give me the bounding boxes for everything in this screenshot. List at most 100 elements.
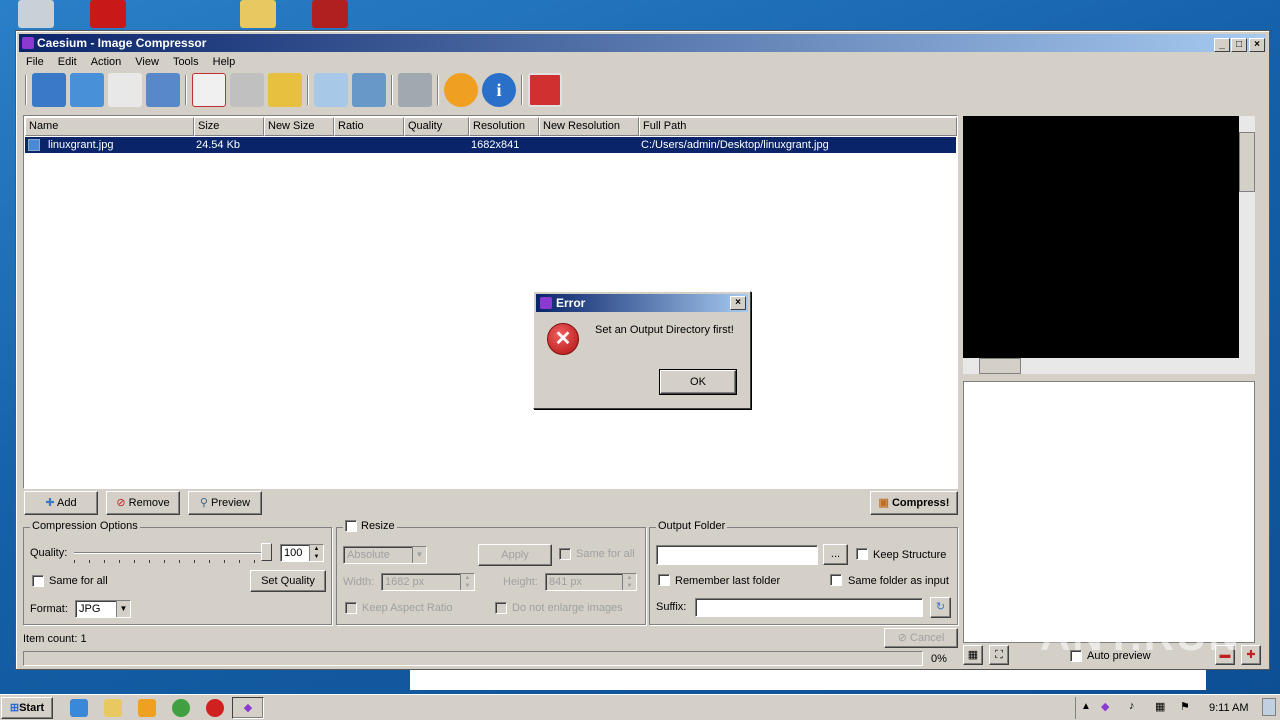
scrollbar-thumb[interactable] [979, 358, 1021, 374]
opera-icon[interactable] [206, 699, 224, 717]
start-button[interactable]: ⊞Start [1, 697, 53, 719]
column-new-size[interactable]: New Size [264, 117, 334, 136]
tray-caesium-icon[interactable]: ◆ [1101, 700, 1109, 713]
save-list-icon[interactable] [108, 73, 142, 107]
cell-resolution: 1682x841 [471, 139, 520, 151]
remove-item-icon[interactable] [192, 73, 226, 107]
tray-expand-icon[interactable]: ▲ [1081, 701, 1091, 712]
flag-icon[interactable]: ⚑ [1180, 700, 1190, 713]
suffix-input[interactable] [695, 598, 923, 617]
output-folder-input[interactable] [656, 545, 818, 565]
folder-icon[interactable] [240, 0, 276, 28]
suffix-label: Suffix: [656, 601, 687, 613]
chrome-icon[interactable] [172, 699, 190, 717]
same-for-all-checkbox[interactable] [32, 575, 44, 587]
power-icon[interactable] [528, 73, 562, 107]
preview-icon[interactable] [352, 73, 386, 107]
column-name[interactable]: Name [25, 117, 194, 136]
ie-icon[interactable] [70, 699, 88, 717]
spin-arrows-icon[interactable]: ▲ ▼ [622, 574, 636, 590]
update-icon[interactable] [444, 73, 478, 107]
fit-grid-icon[interactable]: ▦ [963, 645, 983, 665]
browse-button[interactable]: ... [823, 544, 848, 565]
keep-structure-checkbox[interactable] [856, 548, 868, 560]
quality-spinbox[interactable]: 100 ▲ ▼ [280, 544, 324, 562]
resize-mode-select[interactable]: Absolute ▼ [343, 546, 427, 564]
resize-checkbox[interactable] [345, 520, 357, 533]
width-spinbox[interactable]: 1682 px ▲ ▼ [381, 573, 475, 591]
explorer-icon[interactable] [104, 699, 122, 717]
column-full-path[interactable]: Full Path [639, 117, 957, 136]
format-value: JPG [79, 603, 101, 615]
quality-slider-handle[interactable] [261, 543, 272, 561]
clean-icon[interactable] [268, 73, 302, 107]
minimize-button[interactable]: _ [1214, 38, 1230, 52]
vertical-scrollbar[interactable] [1239, 116, 1255, 358]
resize-title-text: Resize [361, 520, 395, 532]
winrar-icon[interactable] [312, 0, 348, 28]
same-for-all-label: Same for all [49, 575, 108, 587]
search-icon[interactable] [314, 73, 348, 107]
same-folder-checkbox[interactable] [830, 574, 842, 586]
info-icon[interactable]: i [482, 73, 516, 107]
apply-button[interactable]: Apply [478, 544, 552, 566]
remember-folder-checkbox[interactable] [658, 574, 670, 586]
menu-action[interactable]: Action [84, 53, 129, 71]
height-spinbox[interactable]: 841 px ▲ ▼ [545, 573, 637, 591]
chevron-down-icon[interactable]: ▼ [116, 601, 130, 617]
volume-icon[interactable]: ♪ [1129, 700, 1135, 712]
preview-button[interactable]: ⚲ Preview [188, 491, 262, 515]
keep-aspect-checkbox[interactable] [345, 602, 357, 614]
spin-arrows-icon[interactable]: ▲ ▼ [309, 545, 323, 561]
refresh-icon[interactable]: ↻ [930, 597, 951, 618]
resize-same-for-all-checkbox[interactable] [559, 548, 571, 560]
add-button[interactable]: ✚ Add [24, 491, 98, 515]
quality-slider[interactable] [74, 552, 268, 554]
compress-button[interactable]: ▣ Compress! [870, 491, 958, 515]
output-folder-group: Output Folder ... Keep Structure Remembe… [649, 520, 958, 625]
menu-view[interactable]: View [128, 53, 166, 71]
clear-list-icon[interactable] [230, 73, 264, 107]
column-size[interactable]: Size [194, 117, 264, 136]
menu-help[interactable]: Help [206, 53, 243, 71]
show-desktop-button[interactable] [1262, 698, 1276, 716]
column-ratio[interactable]: Ratio [334, 117, 404, 136]
no-enlarge-checkbox[interactable] [495, 602, 507, 614]
ok-button[interactable]: OK [659, 369, 737, 395]
chevron-down-icon[interactable]: ▼ [412, 547, 426, 563]
set-quality-button[interactable]: Set Quality [250, 570, 326, 592]
menu-tools[interactable]: Tools [166, 53, 206, 71]
caesium-taskbar-button[interactable]: ◆ [232, 697, 264, 719]
settings-icon[interactable] [398, 73, 432, 107]
column-new-resolution[interactable]: New Resolution [539, 117, 639, 136]
menu-edit[interactable]: Edit [51, 53, 84, 71]
file-list[interactable]: Name Size New Size Ratio Quality Resolut… [23, 115, 958, 489]
scrollbar-thumb[interactable] [1239, 132, 1255, 192]
table-row[interactable]: linuxgrant.jpg 24.54 Kb 1682x841 C:/User… [25, 137, 956, 153]
column-quality[interactable]: Quality [404, 117, 469, 136]
cancel-button[interactable]: ⊘ Cancel [884, 628, 958, 648]
fullscreen-icon[interactable]: ⛶ [989, 645, 1009, 665]
clock[interactable]: 9:11 AM [1209, 702, 1249, 714]
plus-icon: ✚ [45, 497, 58, 509]
acrobat-icon[interactable] [90, 0, 126, 28]
resize-same-for-all-label: Same for all [576, 548, 635, 560]
cell-size: 24.54 Kb [196, 139, 241, 151]
open-file-icon[interactable] [32, 73, 66, 107]
zoom-in-icon[interactable]: ✚ [1241, 645, 1261, 665]
open-folder-icon[interactable] [70, 73, 104, 107]
dialog-close-button[interactable]: × [730, 296, 746, 310]
export-list-icon[interactable] [146, 73, 180, 107]
menu-file[interactable]: File [19, 53, 51, 71]
remove-button[interactable]: ⊘ Remove [106, 491, 180, 515]
horizontal-scrollbar[interactable] [963, 358, 1255, 374]
media-player-icon[interactable] [138, 699, 156, 717]
recycle-bin-icon[interactable] [18, 0, 54, 28]
remember-folder-label: Remember last folder [675, 575, 781, 587]
spin-arrows-icon[interactable]: ▲ ▼ [460, 574, 474, 590]
close-button[interactable]: × [1249, 38, 1265, 52]
column-resolution[interactable]: Resolution [469, 117, 539, 136]
format-select[interactable]: JPG ▼ [75, 600, 131, 618]
maximize-button[interactable]: □ [1231, 38, 1247, 52]
network-icon[interactable]: ▦ [1155, 700, 1165, 713]
